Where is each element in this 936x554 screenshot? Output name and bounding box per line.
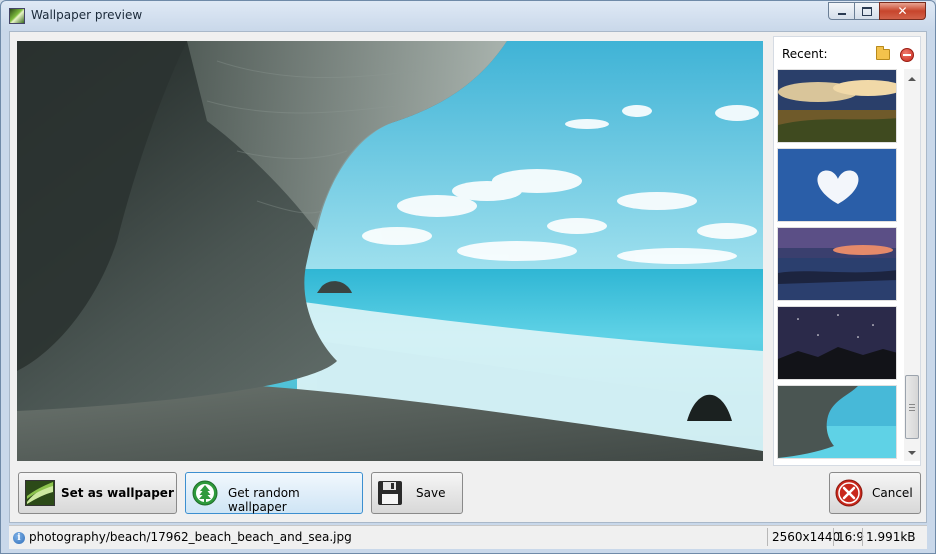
- recent-scrollbar[interactable]: [904, 69, 920, 461]
- status-resolution: 2560x1440: [772, 530, 841, 544]
- maximize-icon: [862, 6, 872, 16]
- minimize-icon: [837, 13, 846, 15]
- status-divider: [833, 528, 834, 546]
- set-as-wallpaper-button[interactable]: Set as wallpaper: [18, 472, 177, 514]
- save-label: Save: [416, 486, 446, 500]
- recent-label: Recent:: [782, 47, 828, 61]
- floppy-disk-icon: [378, 481, 402, 505]
- random-tree-icon: [192, 480, 218, 506]
- app-icon: [9, 8, 25, 24]
- recent-thumbnail[interactable]: [777, 306, 897, 380]
- recent-panel: Recent:: [773, 36, 921, 466]
- window-title: Wallpaper preview: [31, 8, 143, 22]
- status-bar: i photography/beach/17962_beach_beach_an…: [9, 525, 927, 549]
- wallpaper-preview-image: [17, 41, 763, 461]
- cancel-button[interactable]: Cancel: [829, 472, 921, 514]
- status-divider: [767, 528, 768, 546]
- set-as-wallpaper-label: Set as wallpaper: [61, 486, 174, 500]
- thumbnail-coast-dusk: [778, 228, 896, 300]
- cancel-label: Cancel: [872, 486, 913, 500]
- close-icon: ✕: [897, 4, 908, 18]
- recent-thumbnail[interactable]: [777, 385, 897, 459]
- info-icon: i: [13, 532, 25, 544]
- minimize-button[interactable]: [828, 2, 855, 20]
- status-divider: [862, 528, 863, 546]
- thumbnail-starry-night: [778, 307, 896, 379]
- get-random-wallpaper-button[interactable]: Get random wallpaper: [185, 472, 363, 514]
- save-button[interactable]: Save: [371, 472, 463, 514]
- title-bar[interactable]: Wallpaper preview ✕: [1, 1, 935, 31]
- get-random-wallpaper-label: Get random wallpaper: [228, 486, 300, 514]
- recent-thumbnails: [777, 69, 899, 461]
- thumbnail-beach-cave: [778, 386, 896, 458]
- thumbnail-sunset-landscape: [778, 70, 896, 142]
- status-file-size: 1.991kB: [866, 530, 916, 544]
- recent-thumbnail[interactable]: [777, 148, 897, 222]
- folder-icon[interactable]: [876, 46, 890, 60]
- cancel-icon: [835, 479, 863, 507]
- scrollbar-thumb[interactable]: [905, 375, 919, 439]
- scroll-down-arrow-icon[interactable]: [908, 451, 916, 455]
- thumbnail-heart-cloud: [778, 149, 896, 221]
- wallpaper-icon: [25, 480, 55, 506]
- status-file-path: photography/beach/17962_beach_beach_and_…: [29, 530, 352, 544]
- recent-thumbnail[interactable]: [777, 227, 897, 301]
- status-aspect-ratio: 16:9: [837, 530, 864, 544]
- maximize-button[interactable]: [854, 2, 880, 20]
- remove-icon[interactable]: [900, 48, 914, 62]
- recent-thumbnail[interactable]: [777, 69, 897, 143]
- client-area: Recent: Set as wallpaper Get random wall…: [9, 31, 927, 523]
- wallpaper-preview-window: Wallpaper preview ✕ Recent: Set as wallp…: [0, 0, 936, 554]
- beach-cave-photo: [17, 41, 763, 461]
- close-button[interactable]: ✕: [879, 2, 926, 20]
- scroll-up-arrow-icon[interactable]: [908, 77, 916, 81]
